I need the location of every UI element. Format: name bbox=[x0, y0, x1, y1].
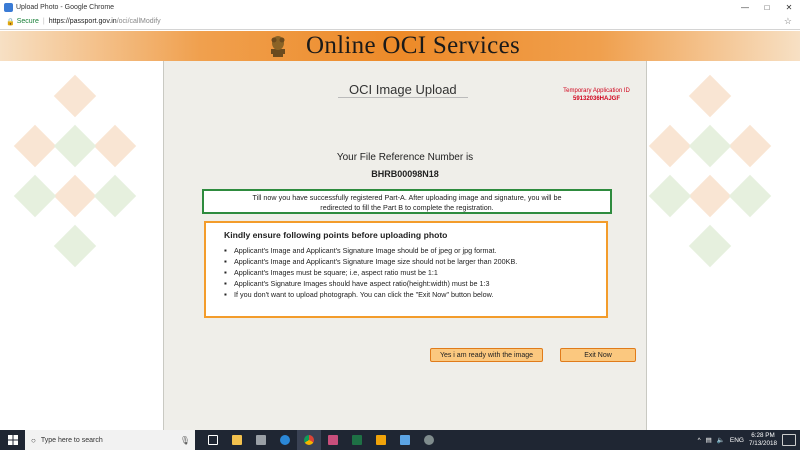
app-icon[interactable] bbox=[321, 430, 345, 450]
list-item: ▪ Applicant's Image and Applicant's Signa… bbox=[224, 256, 606, 267]
registration-notice: Till now you have successfully registere… bbox=[202, 189, 612, 214]
bullet-icon: ▪ bbox=[224, 279, 227, 288]
exit-now-button[interactable]: Exit Now bbox=[560, 348, 636, 362]
page-title: OCI Image Upload bbox=[349, 82, 457, 97]
notification-center-icon[interactable] bbox=[782, 434, 796, 446]
clock-time: 6:28 PM bbox=[751, 432, 775, 439]
instruction-text: Applicant's Image and Applicant's Signat… bbox=[234, 246, 497, 255]
bullet-icon: ▪ bbox=[224, 268, 227, 277]
volume-icon[interactable]: 🔈 bbox=[717, 436, 725, 444]
window-title: Upload Photo - Google Chrome bbox=[16, 3, 115, 11]
excel-icon[interactable] bbox=[345, 430, 369, 450]
site-brand-title: Online OCI Services bbox=[306, 32, 520, 59]
temp-id-label: Temporary Application ID bbox=[563, 88, 630, 94]
windows-start-icon[interactable] bbox=[0, 430, 25, 450]
taskbar-search-input[interactable]: ○ Type here to search 🎙 bbox=[25, 430, 195, 450]
instruction-text: Applicant's Signature Images should have… bbox=[234, 279, 490, 288]
list-item: ▪ Applicant's Image and Applicant's Signa… bbox=[224, 245, 606, 256]
address-separator: | bbox=[42, 18, 45, 25]
national-emblem-icon bbox=[271, 36, 285, 57]
edge-icon[interactable] bbox=[273, 430, 297, 450]
taskbar: ○ Type here to search 🎙 ^ ▤ 🔈 ENG 6:28 P… bbox=[0, 430, 800, 450]
instructions-list: ▪ Applicant's Image and Applicant's Signa… bbox=[224, 245, 606, 300]
minimize-icon[interactable]: — bbox=[734, 0, 756, 14]
lock-icon: 🔒 bbox=[6, 18, 15, 26]
file-explorer-icon[interactable] bbox=[225, 430, 249, 450]
taskbar-apps bbox=[201, 430, 441, 450]
file-reference-label: Your File Reference Number is bbox=[336, 152, 474, 163]
content-panel: OCI Image Upload Temporary Application I… bbox=[163, 61, 647, 430]
bookmark-star-icon[interactable]: ☆ bbox=[784, 16, 792, 27]
store-icon[interactable] bbox=[249, 430, 273, 450]
instruction-text: If you don't want to upload photograph. … bbox=[234, 290, 494, 299]
ready-with-image-button[interactable]: Yes i am ready with the image bbox=[430, 348, 543, 362]
site-banner: Online OCI Services bbox=[0, 31, 800, 61]
clock-date: 7/13/2018 bbox=[748, 440, 777, 447]
clock[interactable]: 6:28 PM 7/13/2018 bbox=[749, 432, 777, 448]
close-icon[interactable]: ✕ bbox=[778, 0, 800, 14]
address-bar[interactable]: 🔒 Secure | https://passport.gov.in /oci/… bbox=[0, 14, 800, 30]
show-hidden-icons-icon[interactable]: ^ bbox=[698, 437, 701, 444]
search-placeholder: Type here to search bbox=[40, 436, 103, 444]
notice-line-1: Till now you have successfully registere… bbox=[252, 193, 562, 202]
web-page: Online OCI Services OCI Image Upload Tem… bbox=[0, 31, 800, 430]
app-icon[interactable] bbox=[417, 430, 441, 450]
system-tray: ^ ▤ 🔈 ENG 6:28 PM 7/13/2018 bbox=[698, 432, 800, 448]
network-icon[interactable]: ▤ bbox=[706, 436, 712, 444]
window-titlebar: Upload Photo - Google Chrome — □ ✕ bbox=[0, 0, 800, 14]
bullet-icon: ▪ bbox=[224, 257, 227, 266]
outlook-icon[interactable] bbox=[369, 430, 393, 450]
task-view-icon[interactable] bbox=[201, 430, 225, 450]
instruction-text: Applicant's Image and Applicant's Signat… bbox=[234, 257, 518, 266]
decorative-pattern-right bbox=[648, 74, 772, 268]
file-reference-number: BHRB00098N18 bbox=[371, 169, 439, 179]
instruction-text: Applicant's Images must be square; i.e, … bbox=[234, 268, 438, 277]
chrome-icon[interactable] bbox=[297, 430, 321, 450]
bullet-icon: ▪ bbox=[224, 246, 227, 255]
title-underline bbox=[338, 97, 468, 98]
url-path[interactable]: /oci/callModify bbox=[117, 18, 161, 25]
search-icon: ○ bbox=[31, 435, 36, 445]
secure-label: Secure bbox=[16, 18, 39, 25]
bullet-icon: ▪ bbox=[224, 290, 227, 299]
folder-icon[interactable] bbox=[393, 430, 417, 450]
decorative-pattern-left bbox=[13, 74, 137, 268]
temporary-application-id: Temporary Application ID 59132036HAJGF bbox=[549, 87, 644, 103]
language-indicator[interactable]: ENG bbox=[730, 437, 744, 444]
url-base[interactable]: https://passport.gov.in bbox=[49, 18, 117, 25]
notice-line-2: redirected to fill the Part B to complet… bbox=[320, 203, 494, 212]
list-item: ▪ Applicant's Images must be square; i.e,… bbox=[224, 267, 606, 278]
microphone-icon[interactable]: 🎙 bbox=[180, 436, 190, 445]
page-favicon-icon bbox=[4, 2, 13, 12]
list-item: ▪ If you don't want to upload photograph.… bbox=[224, 289, 606, 300]
instructions-title: Kindly ensure following points before up… bbox=[224, 230, 448, 240]
maximize-icon[interactable]: □ bbox=[756, 0, 778, 14]
upload-instructions: Kindly ensure following points before up… bbox=[204, 221, 608, 318]
list-item: ▪ Applicant's Signature Images should hav… bbox=[224, 278, 606, 289]
temp-id-value: 59132036HAJGF bbox=[572, 96, 621, 102]
